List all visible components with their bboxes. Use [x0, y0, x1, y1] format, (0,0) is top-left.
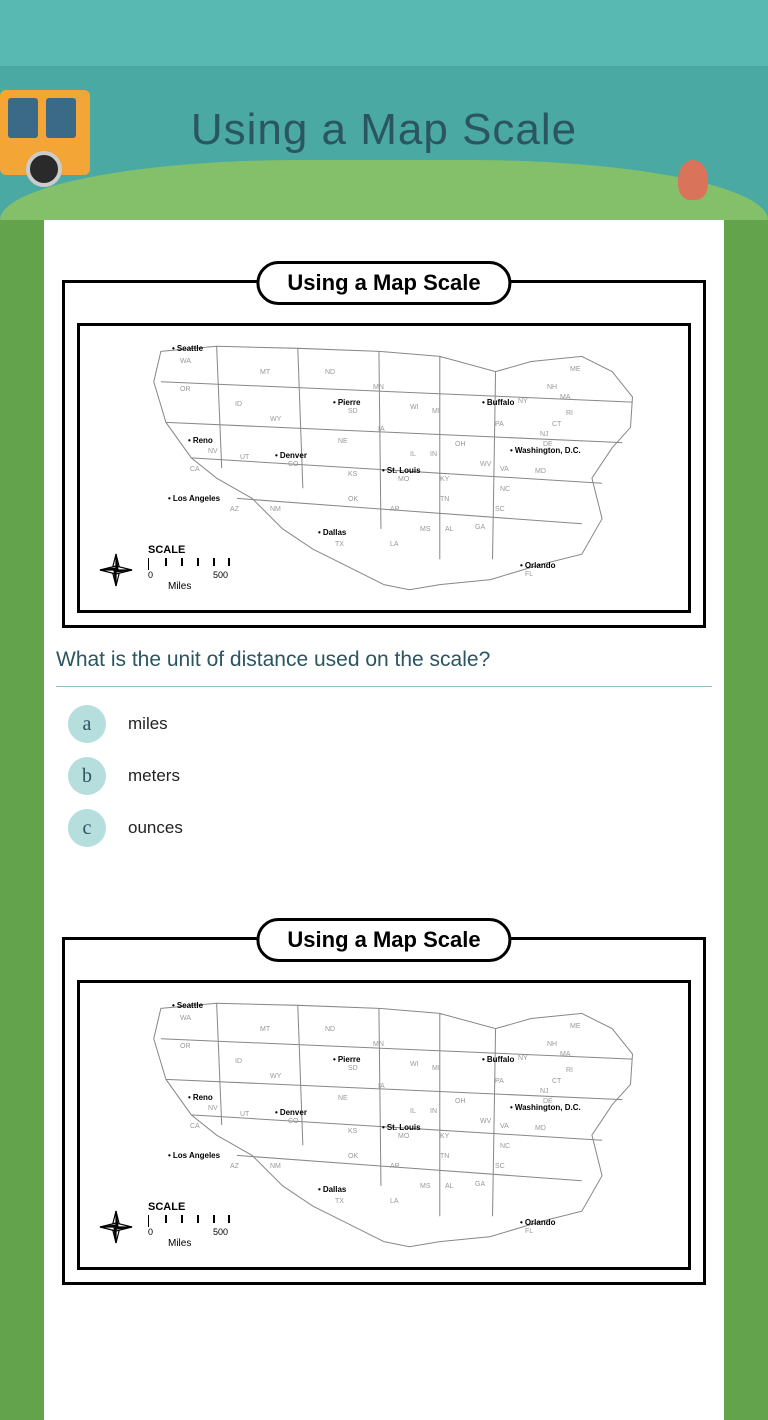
state-ga: GA	[475, 524, 485, 531]
option-c[interactable]: c ounces	[68, 809, 700, 847]
state-ny: NY	[518, 398, 528, 405]
city-la: Los Angeles	[168, 494, 220, 503]
compass-rose-icon	[98, 552, 134, 588]
option-text: miles	[128, 714, 168, 734]
fox-illustration	[678, 160, 708, 200]
city-stlouis: St. Louis	[382, 1123, 421, 1132]
worksheet-card-2: Using a Map Scale Seattle Reno Los Angel…	[62, 937, 706, 1285]
state-az: AZ	[230, 506, 239, 513]
decorative-hills	[0, 160, 768, 220]
content-area: Using a Map Scale Seattle Reno Los Angel…	[44, 220, 724, 1420]
option-text: ounces	[128, 818, 183, 838]
option-letter: a	[68, 705, 106, 743]
state-tx: TX	[335, 541, 344, 548]
state-ut: UT	[240, 454, 249, 461]
state-ok: OK	[348, 496, 358, 503]
state-sc: SC	[495, 506, 505, 513]
state-ri: RI	[566, 410, 573, 417]
worksheet-title: Using a Map Scale	[256, 918, 511, 962]
city-la: Los Angeles	[168, 1151, 220, 1160]
state-wi: WI	[410, 404, 419, 411]
map-scale: SCALE 0 500 Miles	[148, 1201, 228, 1249]
us-map: Seattle Reno Los Angeles Denver Pierre D…	[77, 323, 691, 613]
state-ks: KS	[348, 471, 357, 478]
scale-bar	[148, 1215, 228, 1227]
state-id: ID	[235, 401, 242, 408]
scale-values: 0 500	[148, 1227, 228, 1237]
option-letter: c	[68, 809, 106, 847]
city-denver: Denver	[275, 1108, 307, 1117]
state-mo: MO	[398, 476, 409, 483]
city-dallas: Dallas	[318, 1185, 346, 1194]
scale-label: SCALE	[148, 1201, 228, 1213]
scale-label: SCALE	[148, 544, 228, 556]
option-text: meters	[128, 766, 180, 786]
state-sd: SD	[348, 408, 358, 415]
state-md: MD	[535, 468, 546, 475]
worksheet-card: Using a Map Scale Seattle Reno Los Angel…	[62, 280, 706, 628]
state-ia: IA	[378, 426, 385, 433]
us-map: Seattle Reno Los Angeles Denver Pierre D…	[77, 980, 691, 1270]
city-orlando: Orlando	[520, 561, 555, 570]
page-title: Using a Map Scale	[0, 105, 768, 155]
city-orlando: Orlando	[520, 1218, 555, 1227]
state-nj: NJ	[540, 431, 549, 438]
scale-values: 0 500	[148, 570, 228, 580]
city-buffalo: Buffalo	[482, 1055, 514, 1064]
answer-options: a miles b meters c ounces	[68, 705, 700, 847]
city-dallas: Dallas	[318, 528, 346, 537]
map-scale: SCALE 0 500 Miles	[148, 544, 228, 592]
state-co: CO	[288, 461, 299, 468]
state-mt: MT	[260, 369, 270, 376]
state-ky: KY	[440, 476, 449, 483]
city-seattle: Seattle	[172, 344, 203, 353]
question-text: What is the unit of distance used on the…	[56, 648, 712, 687]
city-stlouis: St. Louis	[382, 466, 421, 475]
scale-unit: Miles	[168, 581, 228, 592]
state-nd: ND	[325, 369, 335, 376]
state-ct: CT	[552, 421, 561, 428]
city-seattle: Seattle	[172, 1001, 203, 1010]
state-la: LA	[390, 541, 399, 548]
state-nc: NC	[500, 486, 510, 493]
scale-bar	[148, 558, 228, 570]
state-pa: PA	[495, 421, 504, 428]
worksheet-title: Using a Map Scale	[256, 261, 511, 305]
state-mi: MI	[432, 408, 440, 415]
state-al: AL	[445, 526, 454, 533]
state-va: VA	[500, 466, 509, 473]
city-buffalo: Buffalo	[482, 398, 514, 407]
state-nh: NH	[547, 384, 557, 391]
state-ne: NE	[338, 438, 348, 445]
state-fl: FL	[525, 571, 533, 578]
scale-unit: Miles	[168, 1238, 228, 1249]
city-pierre: Pierre	[333, 398, 361, 407]
state-mn: MN	[373, 384, 384, 391]
state-de: DE	[543, 441, 553, 448]
page-header: Using a Map Scale	[0, 0, 768, 220]
city-reno: Reno	[188, 436, 213, 445]
state-ar: AR	[390, 506, 400, 513]
state-or: OR	[180, 386, 191, 393]
state-ms: MS	[420, 526, 431, 533]
option-letter: b	[68, 757, 106, 795]
state-ca: CA	[190, 466, 200, 473]
state-ma: MA	[560, 394, 571, 401]
state-il: IL	[410, 451, 416, 458]
state-nv: NV	[208, 448, 218, 455]
state-tn: TN	[440, 496, 449, 503]
state-nm: NM	[270, 506, 281, 513]
city-reno: Reno	[188, 1093, 213, 1102]
city-denver: Denver	[275, 451, 307, 460]
option-b[interactable]: b meters	[68, 757, 700, 795]
state-oh: OH	[455, 441, 466, 448]
option-a[interactable]: a miles	[68, 705, 700, 743]
state-me: ME	[570, 366, 581, 373]
state-wa: WA	[180, 358, 191, 365]
state-in: IN	[430, 451, 437, 458]
city-pierre: Pierre	[333, 1055, 361, 1064]
compass-rose-icon	[98, 1209, 134, 1245]
state-wv: WV	[480, 461, 491, 468]
state-wy: WY	[270, 416, 281, 423]
